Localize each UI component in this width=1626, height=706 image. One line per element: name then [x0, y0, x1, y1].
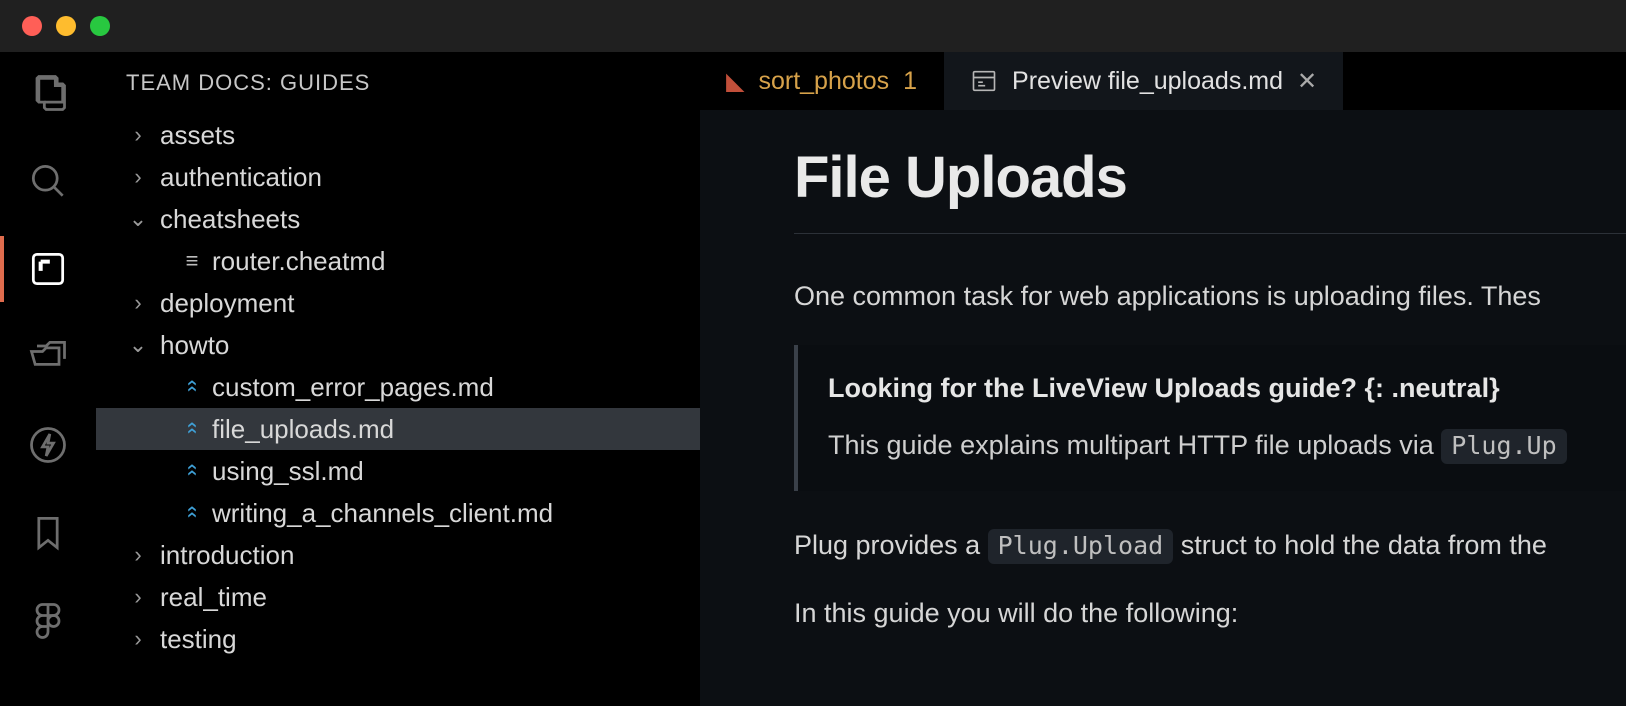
preview-para2: Plug provides a Plug.Upload struct to ho… [794, 525, 1626, 566]
markdown-file-icon [182, 378, 202, 396]
tree-label: router.cheatmd [212, 248, 385, 274]
chevron-right-icon: › [126, 292, 150, 314]
file-tree: › assets › authentication ⌄ cheatsheets ≡ rout… [96, 114, 700, 660]
tree-label: writing_a_channels_client.md [212, 500, 553, 526]
callout-body-text: This guide explains multipart HTTP file … [828, 430, 1441, 460]
markdown-preview: File Uploads One common task for web app… [700, 110, 1626, 706]
preview-intro: One common task for web applications is … [794, 276, 1626, 317]
sidebar-header: TEAM DOCS: GUIDES [96, 70, 700, 96]
preview-title: File Uploads [794, 144, 1626, 211]
activity-bookmarks[interactable] [25, 510, 71, 556]
tree-file[interactable]: writing_a_channels_client.md [96, 492, 700, 534]
window-minimize-button[interactable] [56, 16, 76, 36]
para2-pre: Plug provides a [794, 530, 988, 560]
preview-icon [970, 67, 998, 95]
preview-rule [794, 233, 1626, 234]
activity-docs[interactable] [25, 246, 71, 292]
bolt-icon [26, 423, 70, 467]
callout-code: Plug.Up [1441, 429, 1566, 464]
markdown-file-icon [182, 462, 202, 480]
tab-bar: ◢ sort_photos 1 Preview file_uploads.md ✕ [700, 52, 1626, 110]
window-zoom-button[interactable] [90, 16, 110, 36]
chevron-down-icon: ⌄ [126, 334, 150, 356]
chevron-down-icon: ⌄ [126, 208, 150, 230]
tree-label: using_ssl.md [212, 458, 364, 484]
activity-figma[interactable] [25, 598, 71, 644]
tree-label: authentication [160, 164, 322, 190]
chevron-right-icon: › [126, 124, 150, 146]
tree-folder[interactable]: › real_time [96, 576, 700, 618]
folders-icon [26, 335, 70, 379]
tree-folder[interactable]: ⌄ cheatsheets [96, 198, 700, 240]
chevron-right-icon: › [126, 628, 150, 650]
tree-label: introduction [160, 542, 294, 568]
tree-folder[interactable]: › authentication [96, 156, 700, 198]
tree-file[interactable]: custom_error_pages.md [96, 366, 700, 408]
para2-code: Plug.Upload [988, 529, 1174, 564]
markdown-file-icon [182, 420, 202, 438]
tree-folder[interactable]: › testing [96, 618, 700, 660]
titlebar [0, 0, 1626, 52]
para2-post: struct to hold the data from the [1173, 530, 1547, 560]
tab-modified-badge: 1 [903, 67, 917, 96]
activity-bar [0, 52, 96, 706]
tab-label: sort_photos [758, 67, 889, 96]
tree-label: file_uploads.md [212, 416, 394, 442]
tree-label: howto [160, 332, 229, 358]
activity-thunder[interactable] [25, 422, 71, 468]
tree-folder[interactable]: ⌄ howto [96, 324, 700, 366]
tree-label: real_time [160, 584, 267, 610]
tree-folder[interactable]: › assets [96, 114, 700, 156]
tree-folder[interactable]: › deployment [96, 282, 700, 324]
tree-folder[interactable]: › introduction [96, 534, 700, 576]
cheatmd-file-icon: ≡ [182, 250, 202, 272]
markdown-file-icon [182, 504, 202, 522]
bookmark-icon [26, 511, 70, 555]
search-icon [26, 159, 70, 203]
tab-close-icon[interactable]: ✕ [1297, 67, 1317, 96]
chevron-right-icon: › [126, 586, 150, 608]
sidebar: TEAM DOCS: GUIDES › assets › authentication… [96, 52, 700, 706]
activity-search[interactable] [25, 158, 71, 204]
figma-icon [26, 599, 70, 643]
tree-file[interactable]: ≡ router.cheatmd [96, 240, 700, 282]
tree-label: deployment [160, 290, 294, 316]
tree-file[interactable]: file_uploads.md [96, 408, 700, 450]
tree-label: cheatsheets [160, 206, 300, 232]
app-body: TEAM DOCS: GUIDES › assets › authentication… [0, 52, 1626, 706]
activity-explorer[interactable] [25, 70, 71, 116]
preview-callout: Looking for the LiveView Uploads guide? … [794, 345, 1626, 491]
tree-file[interactable]: using_ssl.md [96, 450, 700, 492]
activity-folders[interactable] [25, 334, 71, 380]
preview-para3: In this guide you will do the following: [794, 593, 1626, 634]
callout-body: This guide explains multipart HTTP file … [828, 430, 1596, 461]
docs-icon [26, 247, 70, 291]
chevron-right-icon: › [126, 544, 150, 566]
editor-tab[interactable]: ◢ sort_photos 1 [700, 52, 944, 110]
editor-area: ◢ sort_photos 1 Preview file_uploads.md ✕ Fi… [700, 52, 1626, 706]
window-close-button[interactable] [22, 16, 42, 36]
tree-label: testing [160, 626, 237, 652]
callout-title: Looking for the LiveView Uploads guide? … [828, 373, 1596, 404]
tab-label: Preview file_uploads.md [1012, 67, 1283, 96]
tree-label: assets [160, 122, 235, 148]
tree-label: custom_error_pages.md [212, 374, 494, 400]
chevron-right-icon: › [126, 166, 150, 188]
editor-tab[interactable]: Preview file_uploads.md ✕ [944, 52, 1344, 110]
ruby-file-icon: ◢ [726, 67, 744, 96]
files-icon [26, 71, 70, 115]
